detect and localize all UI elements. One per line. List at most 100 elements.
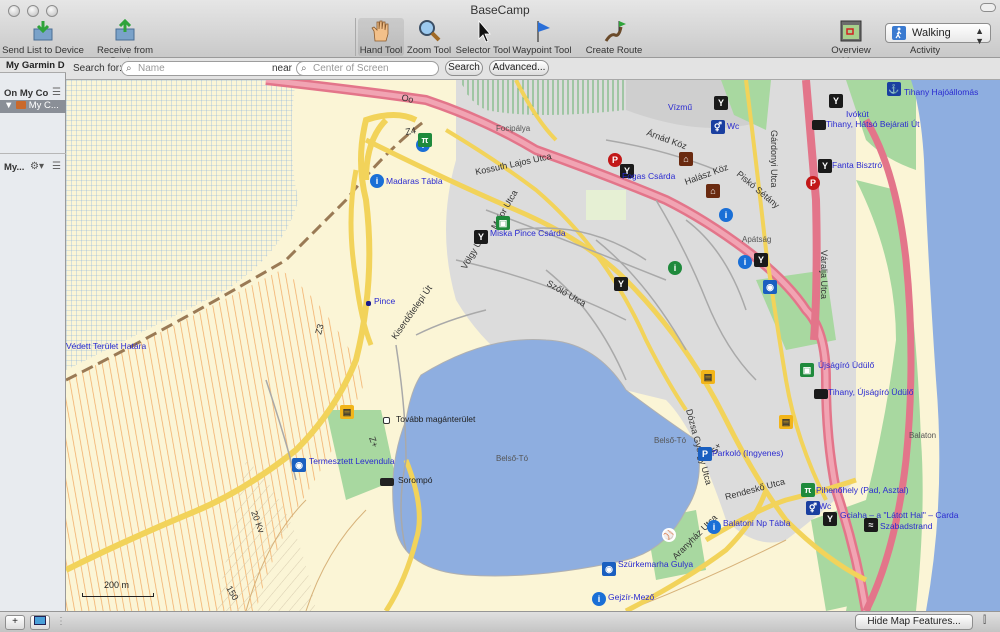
send-list-to-device-button[interactable]: Send List to Device (2, 19, 84, 56)
map-view-button[interactable] (30, 615, 50, 630)
poi-label[interactable]: Tihany, Hátsó Bejárati Út (826, 119, 920, 129)
toolbar-separator (355, 18, 356, 56)
list-menu-icon[interactable]: ☰ (52, 87, 61, 98)
poi-label[interactable]: Termesztett Levendula (309, 456, 395, 466)
bench-icon[interactable]: ▤ (701, 370, 715, 384)
resize-grip-icon[interactable]: ⫿ (983, 615, 986, 626)
bus-stop-icon[interactable] (812, 120, 826, 130)
advanced-search-button[interactable]: Advanced... (489, 60, 549, 76)
selector-label: Selector Tool (455, 45, 511, 56)
camera-icon[interactable]: ◉ (763, 280, 777, 294)
barrier-icon[interactable] (380, 478, 394, 486)
ferry-icon[interactable]: ⚓ (887, 82, 901, 96)
restaurant-icon[interactable]: Y (754, 253, 768, 267)
restaurant-icon[interactable]: Y (614, 277, 628, 291)
selector-tool-button[interactable]: Selector Tool (455, 19, 511, 56)
poi-label[interactable]: Ivókút (846, 109, 869, 119)
green-hatch-area (461, 80, 626, 115)
toolbar: BaseCamp Send List to Device Receive fro… (0, 0, 1000, 67)
place-label: Vízmű (668, 102, 693, 112)
info-icon[interactable]: i (370, 174, 384, 188)
scale-bar: 200 m (82, 580, 154, 598)
near-search-input[interactable]: ⌕ Center of Screen (296, 61, 439, 76)
picnic-icon[interactable]: π (418, 133, 432, 147)
splitter-handle-icon[interactable]: ⋮ (56, 616, 66, 627)
toilet-icon[interactable]: ⚥ (806, 501, 820, 515)
hide-map-features-button[interactable]: Hide Map Features... (855, 614, 973, 630)
search-for-label: Search for: (73, 63, 122, 74)
poi-label[interactable]: Fogas Csárda (622, 171, 675, 181)
bench-icon[interactable]: ▤ (779, 415, 793, 429)
poi-label[interactable]: Tovább magánterület (396, 414, 475, 424)
poi-label[interactable]: Sorompó (398, 475, 433, 485)
activity-label: Activity (910, 45, 941, 56)
updown-arrows-icon: ▲ ▼ (975, 26, 984, 46)
zoom-label: Zoom Tool (406, 45, 452, 56)
restaurant-icon[interactable]: Y (474, 230, 488, 244)
poi-label[interactable]: Tihany Hajóállomás (904, 87, 978, 97)
museum-icon[interactable]: ⌂ (679, 152, 693, 166)
poi-label[interactable]: Balatoni Np Tábla (723, 518, 790, 528)
poi-label[interactable]: Miska Pince Csárda (490, 228, 566, 238)
hand-tool-button[interactable]: Hand Tool (358, 18, 404, 56)
zoom-tool-button[interactable]: Zoom Tool (405, 19, 453, 56)
place-label: Balaton (909, 431, 937, 440)
list-menu-icon[interactable]: ☰ (52, 161, 61, 172)
restaurant-icon[interactable]: Y (823, 512, 837, 526)
poi-label[interactable]: Gejzír-Mező (608, 592, 654, 602)
toilet-icon[interactable]: ⚥ (711, 120, 725, 134)
tab-my-garmin-device[interactable]: My Garmin D (0, 58, 66, 73)
bench-icon[interactable]: ▤ (340, 405, 354, 419)
poi-label[interactable]: Wc (727, 121, 739, 131)
poi-label[interactable]: Fanta Bisztró (832, 160, 882, 170)
sport-icon[interactable]: ⚾ (662, 528, 676, 542)
info-icon[interactable]: i (738, 255, 752, 269)
sidebar-divider (0, 153, 66, 154)
restaurant-icon[interactable]: Y (714, 96, 728, 110)
info-icon[interactable]: i (668, 261, 682, 275)
search-button[interactable]: Search (445, 60, 483, 76)
poi-label[interactable]: Wc (819, 501, 831, 511)
place-label: Belső-Tó (654, 436, 687, 445)
cellar-icon[interactable] (366, 301, 371, 306)
gear-icon[interactable]: ⚙▾ (30, 161, 44, 172)
disclosure-triangle-icon[interactable]: ▼ (4, 100, 13, 111)
poi-label[interactable]: Pince (374, 296, 395, 306)
bus-stop-icon[interactable] (814, 389, 828, 399)
drinking-water-icon[interactable]: Y (829, 94, 843, 108)
place-label: Focipálya (496, 124, 531, 133)
poi-label[interactable]: Tihany, Újságíró Üdülő (828, 387, 914, 397)
swimming-icon[interactable]: ≈ (864, 518, 878, 532)
add-button[interactable]: + (5, 615, 25, 630)
route-flag-icon (604, 21, 626, 42)
activity-select[interactable]: Walking ▲ ▼ (885, 23, 991, 46)
poi-label[interactable]: Újságíró Üdülő (818, 360, 874, 370)
map-view[interactable]: Kossuth Lajos Utca Major Utca Völgy Utca… (66, 80, 1000, 611)
camera-icon[interactable]: ◉ (292, 458, 306, 472)
lodging-icon[interactable]: ▣ (800, 363, 814, 377)
camera-icon[interactable]: ◉ (602, 562, 616, 576)
poi-label[interactable]: Madaras Tábla (386, 176, 443, 186)
info-icon[interactable]: i (592, 592, 606, 606)
parking-icon[interactable]: P (806, 176, 820, 190)
private-property-icon[interactable] (383, 417, 390, 424)
poi-label[interactable]: Gciaha – a "Látott Hal" – Carda (840, 510, 959, 520)
create-route-button[interactable]: Create Route (585, 19, 643, 56)
museum-icon[interactable]: ⌂ (706, 184, 720, 198)
poi-label[interactable]: Szabadstrand (880, 521, 932, 531)
info-icon[interactable]: i (719, 208, 733, 222)
on-my-computer-label: On My Co (4, 88, 49, 99)
restaurant-icon[interactable]: Y (818, 159, 832, 173)
poi-label[interactable]: Parkoló (Ingyenes) (712, 448, 783, 458)
toolbar-toggle-button[interactable] (980, 3, 996, 12)
info-icon[interactable]: i (707, 520, 721, 534)
waypoint-tool-button[interactable]: Waypoint Tool (512, 19, 572, 56)
place-label: Apátság (742, 235, 772, 244)
parking-icon[interactable]: P (698, 447, 712, 461)
poi-label[interactable]: Védett Terület Határa (66, 341, 146, 351)
sidebar-item-my-collection[interactable]: ▼ My C... (0, 100, 66, 113)
picnic-icon[interactable]: π (801, 483, 815, 497)
magnifier-icon (419, 20, 441, 42)
poi-label[interactable]: Pihenőhely (Pad, Asztal) (816, 485, 909, 495)
poi-label[interactable]: Szürkemarha Gulya (618, 559, 693, 569)
